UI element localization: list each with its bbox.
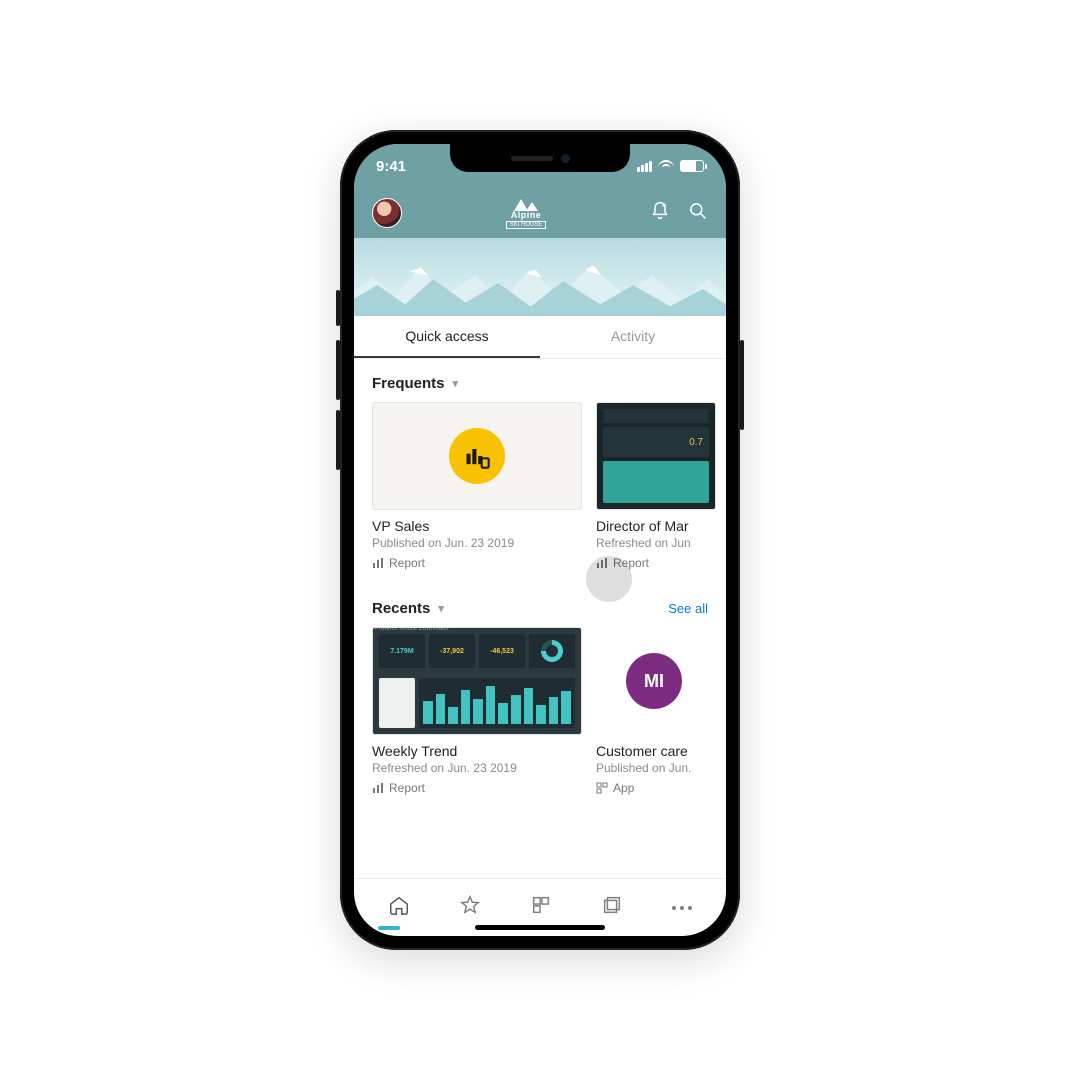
hero-banner [354, 238, 726, 316]
status-icons [637, 160, 704, 172]
app-header: Alpine SKI HOUSE [354, 188, 726, 238]
speaker [511, 156, 553, 161]
more-icon [672, 906, 692, 910]
kpi-value: 7.179M [379, 634, 425, 668]
report-type-icon [372, 782, 384, 794]
card-subtitle: Published on Jun. [596, 761, 716, 775]
notifications-button[interactable] [650, 201, 670, 226]
battery-icon [680, 160, 704, 172]
card-thumbnail: PowerBI Mobile Downloads 7.179M -37,902 … [372, 627, 582, 735]
card-subtitle: Published on Jun. 23 2019 [372, 536, 582, 550]
volume-up-button [336, 340, 340, 400]
frequents-card[interactable]: VP Sales Published on Jun. 23 2019 Repor… [372, 402, 582, 570]
bottom-nav [354, 878, 726, 936]
power-button [740, 340, 744, 430]
app-avatar: MI [626, 653, 682, 709]
nav-favorites[interactable] [459, 894, 481, 921]
see-all-link[interactable]: See all [668, 601, 708, 616]
touch-indicator [586, 556, 632, 602]
chart-title: PowerBI Mobile Downloads [375, 627, 448, 632]
nav-active-indicator [378, 926, 400, 930]
wifi-icon [658, 160, 674, 172]
home-indicator [475, 925, 605, 930]
report-icon [449, 428, 505, 484]
card-type: App [596, 781, 716, 795]
side-panel [379, 678, 415, 728]
chevron-down-icon: ▾ [453, 377, 459, 390]
card-title: Director of Mar [596, 518, 716, 534]
kpi-value: -37,902 [429, 634, 475, 668]
card-type: Report [372, 556, 582, 570]
mountain-icon [512, 197, 540, 211]
nav-more[interactable] [672, 906, 692, 910]
chevron-down-icon: ▾ [438, 602, 444, 615]
card-thumbnail: MI [596, 627, 716, 735]
card-type-label: Report [389, 781, 425, 795]
card-thumbnail [372, 402, 582, 510]
tab-activity[interactable]: Activity [540, 316, 726, 358]
card-type-label: Report [389, 556, 425, 570]
front-camera [561, 154, 570, 163]
card-subtitle: Refreshed on Jun. 23 2019 [372, 761, 582, 775]
recents-title: Recents [372, 600, 430, 617]
nav-workspaces[interactable] [601, 894, 623, 921]
recents-row[interactable]: PowerBI Mobile Downloads 7.179M -37,902 … [354, 627, 726, 795]
volume-down-button [336, 410, 340, 470]
card-type: Report [372, 781, 582, 795]
status-time: 9:41 [376, 158, 406, 175]
phone-frame: 9:41 Alpine SKI HOUSE [340, 130, 740, 950]
recents-card[interactable]: MI Customer care Published on Jun. App [596, 627, 716, 795]
brand-logo[interactable]: Alpine SKI HOUSE [506, 197, 547, 229]
recents-card[interactable]: PowerBI Mobile Downloads 7.179M -37,902 … [372, 627, 582, 795]
card-title: VP Sales [372, 518, 582, 534]
mute-switch [336, 290, 340, 326]
notch [450, 144, 630, 172]
card-title: Weekly Trend [372, 743, 582, 759]
brand-sub: SKI HOUSE [506, 221, 547, 229]
bar-chart-icon [419, 678, 575, 728]
card-type-label: App [613, 781, 634, 795]
nav-apps[interactable] [530, 894, 552, 921]
card-thumbnail: 0.7 [596, 402, 716, 510]
tab-quick-access[interactable]: Quick access [354, 316, 540, 358]
cellular-icon [637, 161, 652, 172]
search-button[interactable] [688, 201, 708, 226]
frequents-header[interactable]: Frequents ▾ [354, 359, 726, 402]
report-type-icon [372, 557, 384, 569]
card-subtitle: Refreshed on Jun [596, 536, 716, 550]
brand-name: Alpine [511, 211, 542, 220]
recents-header[interactable]: Recents ▾ See all [354, 584, 726, 627]
app-type-icon [596, 782, 608, 794]
dash-value: 0.7 [603, 427, 709, 457]
avatar[interactable] [372, 198, 402, 228]
content[interactable]: Frequents ▾ VP Sales Published on Jun. 2… [354, 359, 726, 878]
card-title: Customer care [596, 743, 716, 759]
frequents-title: Frequents [372, 375, 445, 392]
frequents-card[interactable]: 0.7 Director of Mar Refreshed on Jun Rep… [596, 402, 716, 570]
kpi-value: -46,523 [479, 634, 525, 668]
tabs: Quick access Activity [354, 316, 726, 359]
screen: 9:41 Alpine SKI HOUSE [354, 144, 726, 936]
frequents-row[interactable]: VP Sales Published on Jun. 23 2019 Repor… [354, 402, 726, 570]
donut-chart-icon [541, 640, 563, 662]
nav-home[interactable] [388, 894, 410, 921]
